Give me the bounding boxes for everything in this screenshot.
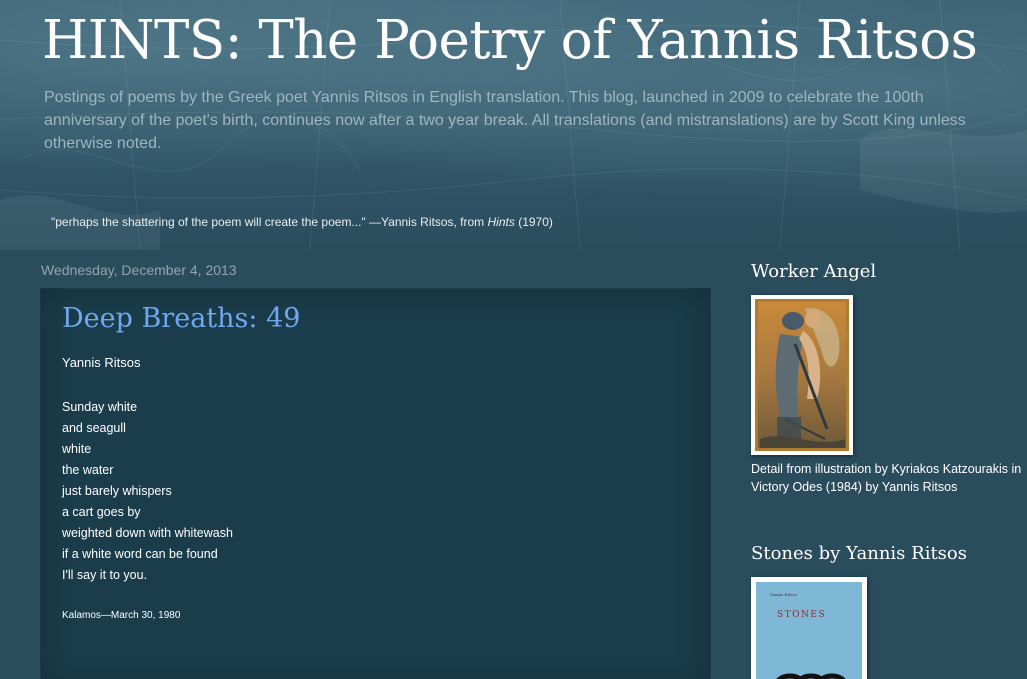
worker-angel-illustration <box>755 299 849 451</box>
poem-line: a cart goes by <box>62 505 141 519</box>
stones-rings-decoration <box>776 673 846 679</box>
poem-line: white <box>62 442 92 456</box>
blog-description: Postings of poems by the Greek poet Yann… <box>44 89 966 152</box>
worker-angel-image[interactable] <box>751 295 853 455</box>
header-quote: "perhaps the shattering of the poem will… <box>51 215 553 229</box>
quote-year: (1970) <box>514 215 553 229</box>
post-author: Yannis Ritsos <box>62 355 141 370</box>
quote-book-title: Hints <box>487 215 515 229</box>
poem-body: Sunday white and seagull white the water… <box>62 397 233 586</box>
post-date: Wednesday, December 4, 2013 <box>41 262 237 278</box>
post-title[interactable]: Deep Breaths: 49 <box>62 303 300 334</box>
stones-book-cover[interactable]: Yannis Ritsos STONES <box>751 577 867 679</box>
blog-title[interactable]: HINTS: The Poetry of Yannis Ritsos <box>42 6 978 76</box>
widget-title-stones: Stones by Yannis Ritsos <box>751 543 967 564</box>
worker-angel-caption: Detail from illustration by Kyriakos Kat… <box>751 462 1022 494</box>
poem-place-date: Kalamos—March 30, 1980 <box>62 610 181 621</box>
poem-line: if a white word can be found <box>62 547 218 561</box>
widget-title-worker-angel: Worker Angel <box>751 261 877 282</box>
quote-text: "perhaps the shattering of the poem will… <box>51 215 488 229</box>
poem-line: Sunday white <box>62 400 138 414</box>
poem-line: just barely whispers <box>62 484 172 498</box>
poem-line: and seagull <box>62 421 126 435</box>
post-container: Deep Breaths: 49 Yannis Ritsos Sunday wh… <box>40 288 711 679</box>
poem-line: weighted down with whitewash <box>62 526 233 540</box>
poem-line: the water <box>62 463 114 477</box>
poem-line: I'll say it to you. <box>62 568 148 582</box>
stones-cover-art: Yannis Ritsos STONES <box>756 582 862 679</box>
